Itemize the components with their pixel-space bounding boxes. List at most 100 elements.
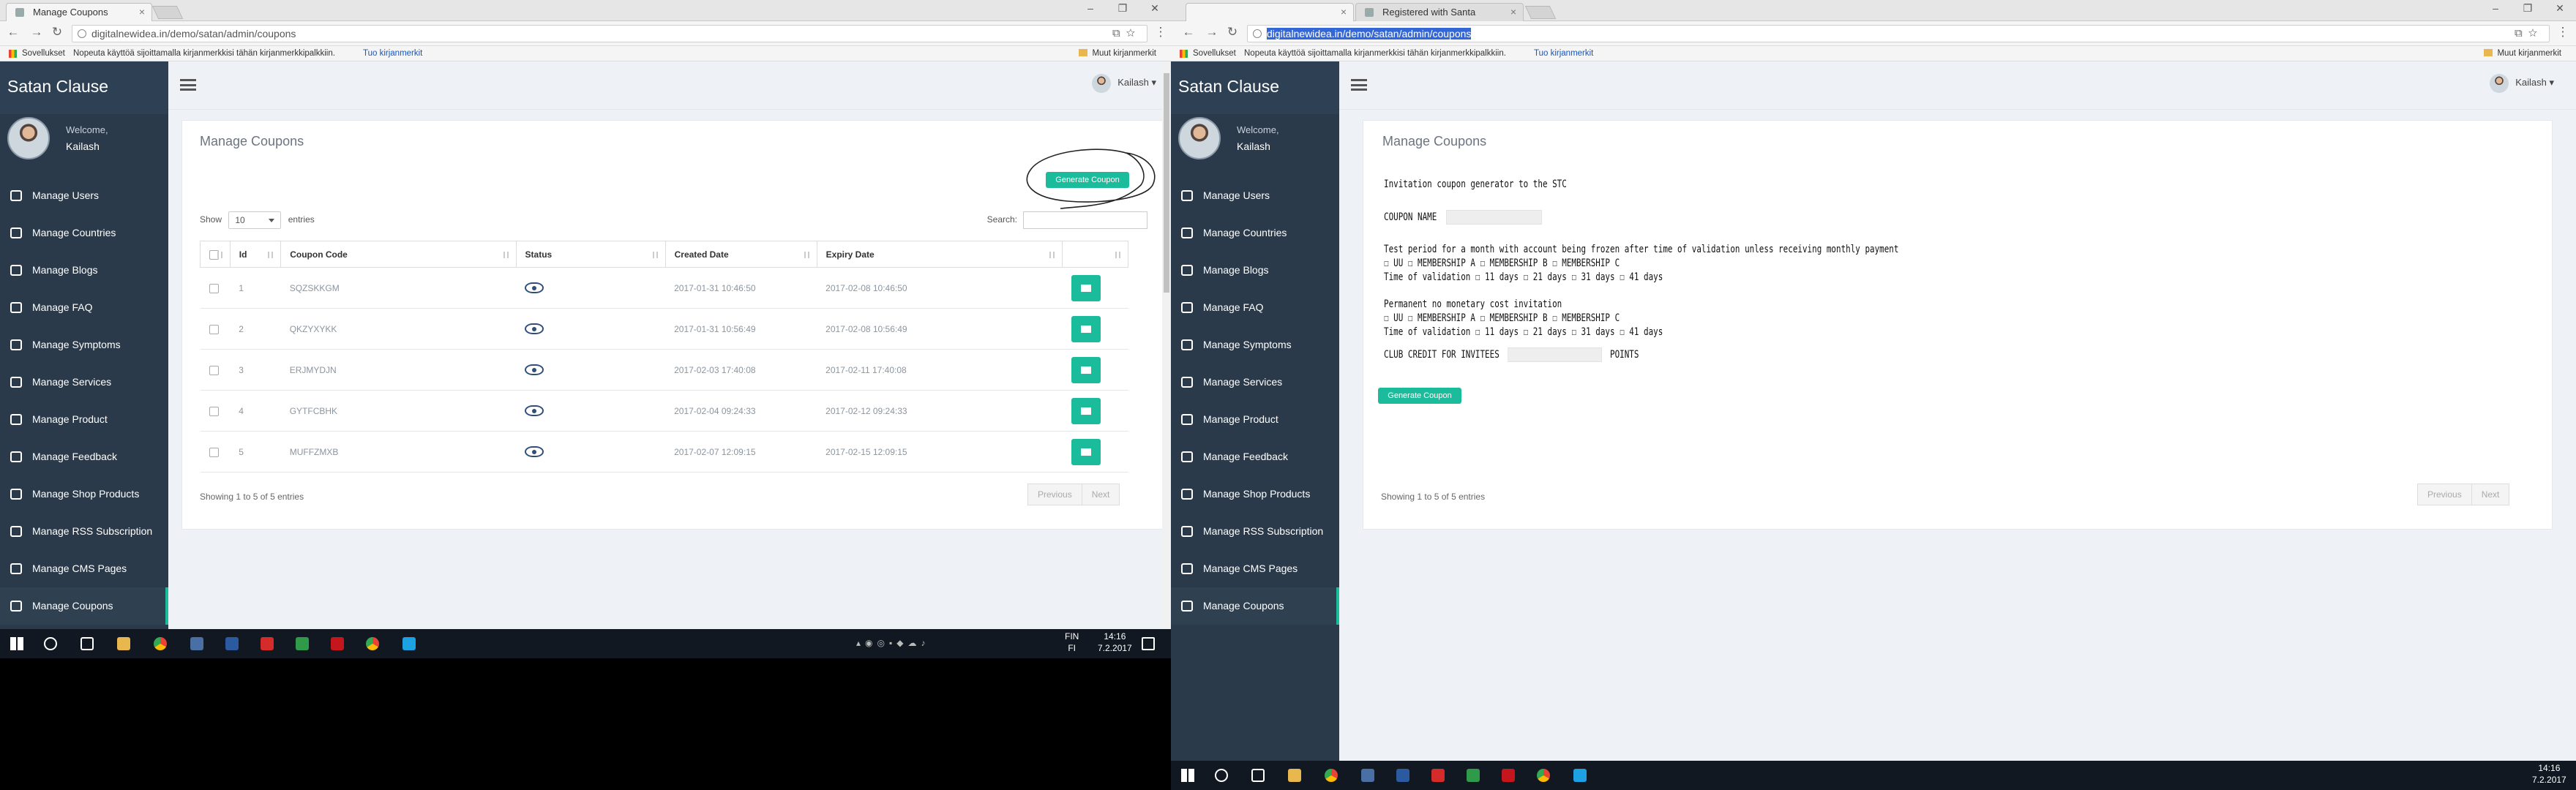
user-menu[interactable]: Kailash ▾	[1092, 73, 1156, 93]
back-icon[interactable]: ←	[1180, 25, 1197, 40]
apps-link[interactable]: Sovellukset	[1193, 46, 1236, 61]
coupon-name-input[interactable]	[1446, 210, 1543, 225]
excel-icon[interactable]	[296, 637, 309, 650]
address-bar[interactable]: digitalnewidea.in/demo/satan/admin/coupo…	[72, 25, 1147, 42]
app-icon-2[interactable]	[1396, 769, 1409, 782]
sidebar-item-manage-blogs[interactable]: Manage Blogs	[0, 252, 168, 289]
row-checkbox[interactable]	[209, 406, 219, 416]
permanent-membership-checkboxes[interactable]: ☐ UU ☐ MEMBERSHIP A ☐ MEMBERSHIP B ☐ MEM…	[1384, 312, 1898, 326]
select-all-checkbox[interactable]	[209, 249, 219, 260]
sidebar-item-manage-shop-products[interactable]: Manage Shop Products	[0, 475, 168, 513]
sidebar-item-manage-blogs[interactable]: Manage Blogs	[1171, 252, 1339, 289]
select-all-header[interactable]	[200, 241, 231, 268]
eye-icon[interactable]	[525, 323, 544, 335]
tab-registered-with-santa[interactable]: Registered with Santa ×	[1355, 3, 1524, 21]
send-email-button[interactable]	[1071, 356, 1101, 383]
user-menu[interactable]: Kailash ▾	[2490, 73, 2554, 93]
app-icon-3[interactable]	[261, 637, 274, 650]
row-checkbox[interactable]	[209, 365, 219, 375]
prev-page-button[interactable]: Previous	[1028, 484, 1082, 505]
sidebar-item-manage-feedback[interactable]: Manage Feedback	[1171, 438, 1339, 475]
sidebar-item-manage-shop-products[interactable]: Manage Shop Products	[1171, 475, 1339, 513]
search-icon[interactable]	[44, 637, 57, 650]
column-header[interactable]: Id	[229, 241, 282, 268]
sidebar-item-manage-countries[interactable]: Manage Countries	[1171, 214, 1339, 252]
sidebar-item-manage-users[interactable]: Manage Users	[0, 177, 168, 214]
chrome-icon[interactable]	[154, 637, 167, 650]
chrome-menu-icon[interactable]: ⋮	[1152, 25, 1169, 40]
skype-icon[interactable]	[1573, 769, 1587, 782]
back-icon[interactable]: ←	[4, 25, 22, 40]
row-checkbox[interactable]	[209, 447, 219, 457]
sidebar-item-manage-symptoms[interactable]: Manage Symptoms	[1171, 326, 1339, 364]
next-page-button[interactable]: Next	[1082, 484, 1120, 505]
next-page-button[interactable]: Next	[2472, 484, 2509, 505]
permanent-validation-checkboxes[interactable]: Time of validation ☐ 11 days ☐ 21 days ☐…	[1384, 326, 1898, 339]
close-window-icon[interactable]: ✕	[2544, 0, 2576, 16]
bookmark-star-icon[interactable]: ⧉☆	[2515, 26, 2543, 42]
brand-title[interactable]: Satan Clause	[1171, 61, 1339, 114]
chrome-icon[interactable]	[1325, 769, 1338, 782]
bookmark-star-icon[interactable]: ⧉☆	[1112, 26, 1141, 42]
chrome-active-icon[interactable]	[366, 637, 379, 650]
language-indicator[interactable]: FIN FI	[1065, 631, 1079, 654]
sidebar-item-manage-services[interactable]: Manage Services	[0, 364, 168, 401]
sidebar-item-manage-countries[interactable]: Manage Countries	[0, 214, 168, 252]
import-bookmarks-link[interactable]: Tuo kirjanmerkit	[363, 46, 422, 61]
eye-icon[interactable]	[525, 405, 544, 417]
notifications-icon[interactable]	[1142, 637, 1155, 650]
close-tab-icon[interactable]: ×	[1341, 4, 1347, 20]
column-header[interactable]: Created Date	[664, 241, 817, 268]
new-tab-button[interactable]	[151, 6, 184, 19]
page-length-select[interactable]: 10	[228, 211, 282, 229]
start-icon[interactable]	[1181, 769, 1194, 782]
brand-title[interactable]: Satan Clause	[0, 61, 168, 114]
column-header[interactable]: Status	[515, 241, 666, 268]
close-tab-icon[interactable]: ×	[1510, 4, 1516, 20]
hamburger-icon[interactable]	[1351, 79, 1367, 91]
new-tab-button[interactable]	[1524, 6, 1557, 19]
sidebar-item-manage-product[interactable]: Manage Product	[1171, 401, 1339, 438]
search-input[interactable]	[1023, 211, 1147, 229]
page-scrollbar[interactable]	[1162, 61, 1171, 629]
prev-page-button[interactable]: Previous	[2418, 484, 2471, 505]
close-tab-icon[interactable]: ×	[139, 4, 145, 20]
taskbar-clock[interactable]: 14:16 7.2.2017	[1098, 631, 1132, 654]
address-bar[interactable]: digitalnewidea.in/demo/satan/admin/coupo…	[1247, 25, 2550, 42]
excel-icon[interactable]	[1467, 769, 1480, 782]
sidebar-item-manage-feedback[interactable]: Manage Feedback	[0, 438, 168, 475]
maximize-icon[interactable]: ❐	[1107, 0, 1139, 16]
app-icon-4[interactable]	[331, 637, 344, 650]
send-email-button[interactable]	[1071, 274, 1101, 301]
tab-manage-coupons[interactable]: Manage Coupons ×	[6, 3, 152, 21]
system-tray-icons[interactable]: ▴◉◎▪◆☁♪	[856, 638, 929, 648]
sidebar-item-manage-faq[interactable]: Manage FAQ	[1171, 289, 1339, 326]
taskbar-clock[interactable]: 14:16 7.2.2017	[2532, 762, 2566, 786]
chrome-active-icon[interactable]	[1537, 769, 1550, 782]
reload-icon[interactable]: ↻	[48, 25, 66, 40]
tab-blank[interactable]: ×	[1186, 3, 1354, 21]
generate-coupon-button[interactable]: Generate Coupon	[1378, 388, 1461, 404]
column-header[interactable]	[1062, 241, 1128, 268]
skype-icon[interactable]	[402, 637, 416, 650]
other-bookmarks[interactable]: Muut kirjanmerkit	[2484, 46, 2561, 61]
send-email-button[interactable]	[1071, 397, 1101, 424]
app-icon-4[interactable]	[1502, 769, 1515, 782]
sidebar-item-manage-faq[interactable]: Manage FAQ	[0, 289, 168, 326]
task-view-icon[interactable]	[1251, 769, 1265, 782]
minimize-icon[interactable]: –	[2479, 0, 2512, 16]
reload-icon[interactable]: ↻	[1224, 25, 1241, 40]
app-icon-3[interactable]	[1431, 769, 1445, 782]
app-icon-2[interactable]	[225, 637, 239, 650]
sidebar-item-manage-cms-pages[interactable]: Manage CMS Pages	[1171, 550, 1339, 587]
test-membership-checkboxes[interactable]: ☐ UU ☐ MEMBERSHIP A ☐ MEMBERSHIP B ☐ MEM…	[1384, 257, 1898, 271]
club-credit-input[interactable]	[1508, 347, 1602, 362]
sidebar-item-manage-cms-pages[interactable]: Manage CMS Pages	[0, 550, 168, 587]
sidebar-item-manage-users[interactable]: Manage Users	[1171, 177, 1339, 214]
eye-icon[interactable]	[525, 364, 544, 376]
forward-icon[interactable]: →	[1203, 25, 1221, 40]
chrome-menu-icon[interactable]: ⋮	[2554, 25, 2572, 40]
other-bookmarks[interactable]: Muut kirjanmerkit	[1079, 46, 1156, 61]
column-header[interactable]: Coupon Code	[280, 241, 517, 268]
app-icon-1[interactable]	[1361, 769, 1374, 782]
